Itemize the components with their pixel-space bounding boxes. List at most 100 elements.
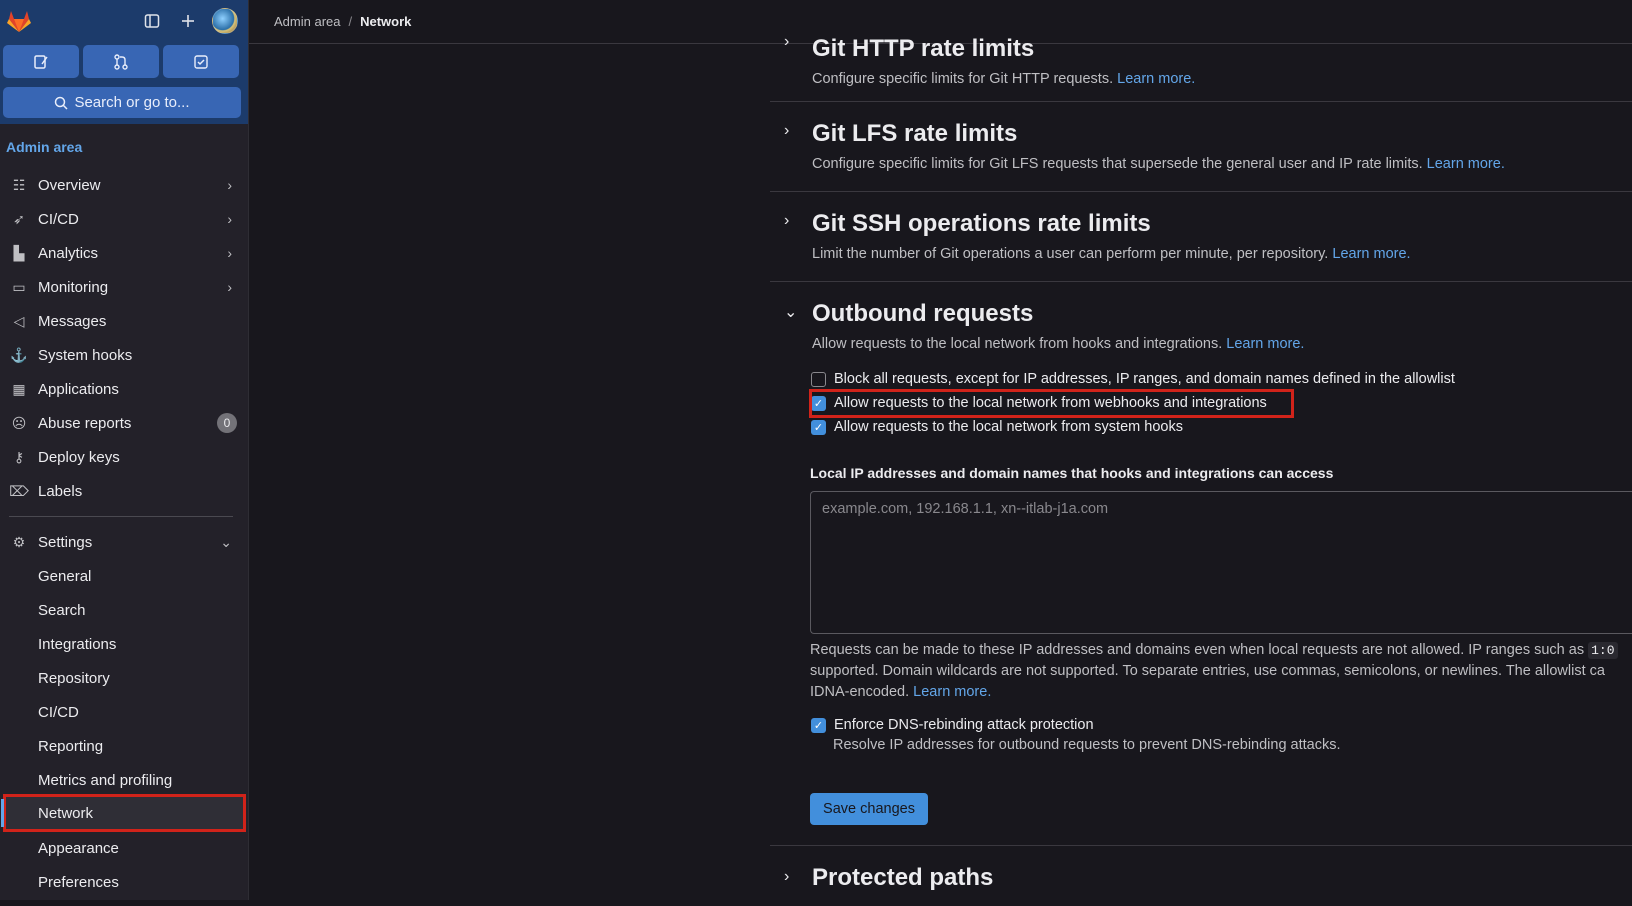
allowlist-field-label: Local IP addresses and domain names that… xyxy=(810,465,1334,481)
chevron-right-icon[interactable]: › xyxy=(784,212,789,230)
sidebar-item-label: Messages xyxy=(38,312,107,330)
sidebar-item-label: Overview xyxy=(38,176,101,194)
section-description: Limit the number of Git operations a use… xyxy=(812,246,1411,262)
sidebar-item-label: Labels xyxy=(38,482,83,500)
search-button[interactable]: Search or go to... xyxy=(3,87,241,118)
sidebar-item-label: Abuse reports xyxy=(38,414,132,432)
plus-icon[interactable] xyxy=(176,9,200,33)
settings-content: › Git HTTP rate limits Configure specifi… xyxy=(770,33,1632,906)
todo-button[interactable] xyxy=(163,45,239,78)
issues-button[interactable] xyxy=(3,45,79,78)
sidebar-item-overview[interactable]: ☷ Overview › xyxy=(0,168,249,202)
section-title[interactable]: Protected paths xyxy=(770,864,1632,892)
learn-more-link[interactable]: Learn more. xyxy=(1226,336,1304,352)
chevron-right-icon[interactable]: › xyxy=(784,122,789,140)
sidebar-item-label: System hooks xyxy=(38,346,133,364)
sidebar-nav: ☷ Overview › ➶ CI/CD › ▙ Analytics › ▭ Monitori… xyxy=(0,168,249,899)
settings-item-appearance[interactable]: Appearance xyxy=(0,831,249,865)
merge-requests-button[interactable] xyxy=(83,45,159,78)
sidebar-item-analytics[interactable]: ▙ Analytics › xyxy=(0,236,249,270)
apps-icon: ▦ xyxy=(12,380,26,397)
search-icon xyxy=(55,96,68,110)
count-badge: 0 xyxy=(217,413,237,433)
sad-face-icon: ☹ xyxy=(11,414,27,431)
block-all-requests-checkbox-row[interactable]: Block all requests, except for IP addres… xyxy=(770,367,1632,391)
avatar[interactable] xyxy=(212,8,238,34)
section-title[interactable]: Git HTTP rate limits xyxy=(770,35,1632,63)
allowlist-textarea[interactable]: example.com, 192.168.1.1, xn--itlab-j1a.… xyxy=(810,491,1632,634)
sidebar-item-monitoring[interactable]: ▭ Monitoring › xyxy=(0,270,249,304)
gear-icon: ⚙ xyxy=(12,533,26,550)
sidebar-item-abuse-reports[interactable]: ☹ Abuse reports 0 xyxy=(0,406,249,440)
sidebar-item-settings[interactable]: ⚙ Settings ⌄ xyxy=(0,525,249,559)
sidebar-item-label: CI/CD xyxy=(38,210,79,228)
sidebar-item-labels[interactable]: ⌦ Labels xyxy=(0,474,249,508)
chevron-down-icon[interactable]: ⌄ xyxy=(784,302,797,322)
sidebar-item-label: Analytics xyxy=(38,244,99,262)
gitlab-logo-icon[interactable] xyxy=(6,8,32,34)
learn-more-link[interactable]: Learn more. xyxy=(1427,156,1505,172)
issues-icon xyxy=(34,54,48,69)
learn-more-link[interactable]: Learn more. xyxy=(913,684,991,700)
key-icon: ⚷ xyxy=(13,448,25,465)
admin-area-label[interactable]: Admin area xyxy=(6,139,82,155)
allow-webhooks-checkbox-row[interactable]: ✓ Allow requests to the local network fr… xyxy=(770,389,1632,418)
learn-more-link[interactable]: Learn more. xyxy=(1332,246,1410,262)
settings-item-preferences[interactable]: Preferences xyxy=(0,865,249,899)
settings-item-repository[interactable]: Repository xyxy=(0,661,249,695)
section-description: Configure specific limits for Git HTTP r… xyxy=(812,71,1196,87)
chevron-right-icon[interactable]: › xyxy=(784,33,789,51)
chevron-right-icon[interactable]: › xyxy=(784,868,789,886)
breadcrumb-network[interactable]: Network xyxy=(360,14,411,29)
dns-rebinding-checkbox[interactable]: ✓ xyxy=(811,717,826,733)
sidebar-item-deploy-keys[interactable]: ⚷ Deploy keys xyxy=(0,440,249,474)
checkbox-label: Allow requests to the local network from… xyxy=(834,419,1183,435)
settings-item-integrations[interactable]: Integrations xyxy=(0,627,249,661)
save-changes-button[interactable]: Save changes xyxy=(810,793,928,825)
sidebar-item-label: Monitoring xyxy=(38,278,109,296)
sidebar-item-applications[interactable]: ▦ Applications xyxy=(0,372,249,406)
sidebar-item-label: Deploy keys xyxy=(38,448,120,466)
settings-item-cicd[interactable]: CI/CD xyxy=(0,695,249,729)
search-label: Search or go to... xyxy=(74,94,190,111)
merge-request-icon xyxy=(114,53,128,70)
label-icon: ⌦ xyxy=(9,482,29,499)
section-title[interactable]: Git SSH operations rate limits xyxy=(770,210,1632,238)
sidebar-item-cicd[interactable]: ➶ CI/CD › xyxy=(0,202,249,236)
sidebar-item-label: Settings xyxy=(38,533,93,551)
section-git-ssh: › Git SSH operations rate limits Limit t… xyxy=(770,192,1632,282)
settings-item-search[interactable]: Search xyxy=(0,593,249,627)
settings-item-general[interactable]: General xyxy=(0,559,249,593)
megaphone-icon: ◁ xyxy=(13,312,25,329)
sidebar-item-messages[interactable]: ◁ Messages xyxy=(0,304,249,338)
dns-rebinding-checkbox-row[interactable]: ✓ Enforce DNS-rebinding attack protectio… xyxy=(770,713,1632,737)
section-git-lfs: › Git LFS rate limits Configure specific… xyxy=(770,102,1632,192)
todo-icon xyxy=(194,54,208,69)
block-all-checkbox[interactable] xyxy=(811,371,826,387)
section-outbound-requests: ⌄ Outbound requests Allow requests to th… xyxy=(770,282,1632,846)
rocket-icon: ➶ xyxy=(13,210,25,227)
chevron-right-icon: › xyxy=(227,177,232,193)
settings-item-metrics[interactable]: Metrics and profiling xyxy=(0,763,249,797)
code-sample: 1:0 xyxy=(1588,642,1618,659)
section-title[interactable]: Outbound requests xyxy=(770,300,1632,328)
breadcrumb-admin-area[interactable]: Admin area xyxy=(274,14,340,29)
chevron-right-icon: › xyxy=(227,245,232,261)
breadcrumb-separator: / xyxy=(348,14,353,29)
settings-item-network[interactable]: Network xyxy=(1,794,246,832)
section-protected-paths: › Protected paths xyxy=(770,846,1632,906)
sidebar-toggle-icon[interactable] xyxy=(140,9,164,33)
section-description: Allow requests to the local network from… xyxy=(812,336,1305,352)
learn-more-link[interactable]: Learn more. xyxy=(1117,71,1195,87)
section-title[interactable]: Git LFS rate limits xyxy=(770,120,1632,148)
allow-system-hooks-checkbox-row[interactable]: ✓ Allow requests to the local network fr… xyxy=(770,415,1632,439)
allowlist-help-text: Requests can be made to these IP address… xyxy=(770,640,1632,703)
settings-item-reporting[interactable]: Reporting xyxy=(0,729,249,763)
section-description: Configure specific limits for Git LFS re… xyxy=(812,156,1505,172)
allow-system-hooks-checkbox[interactable]: ✓ xyxy=(811,419,826,435)
sidebar-item-label: Applications xyxy=(38,380,119,398)
sidebar-header: Search or go to... xyxy=(0,0,248,124)
chart-icon: ▙ xyxy=(13,244,25,261)
sidebar-item-system-hooks[interactable]: ⚓ System hooks xyxy=(0,338,249,372)
list-icon: ☷ xyxy=(12,176,26,193)
